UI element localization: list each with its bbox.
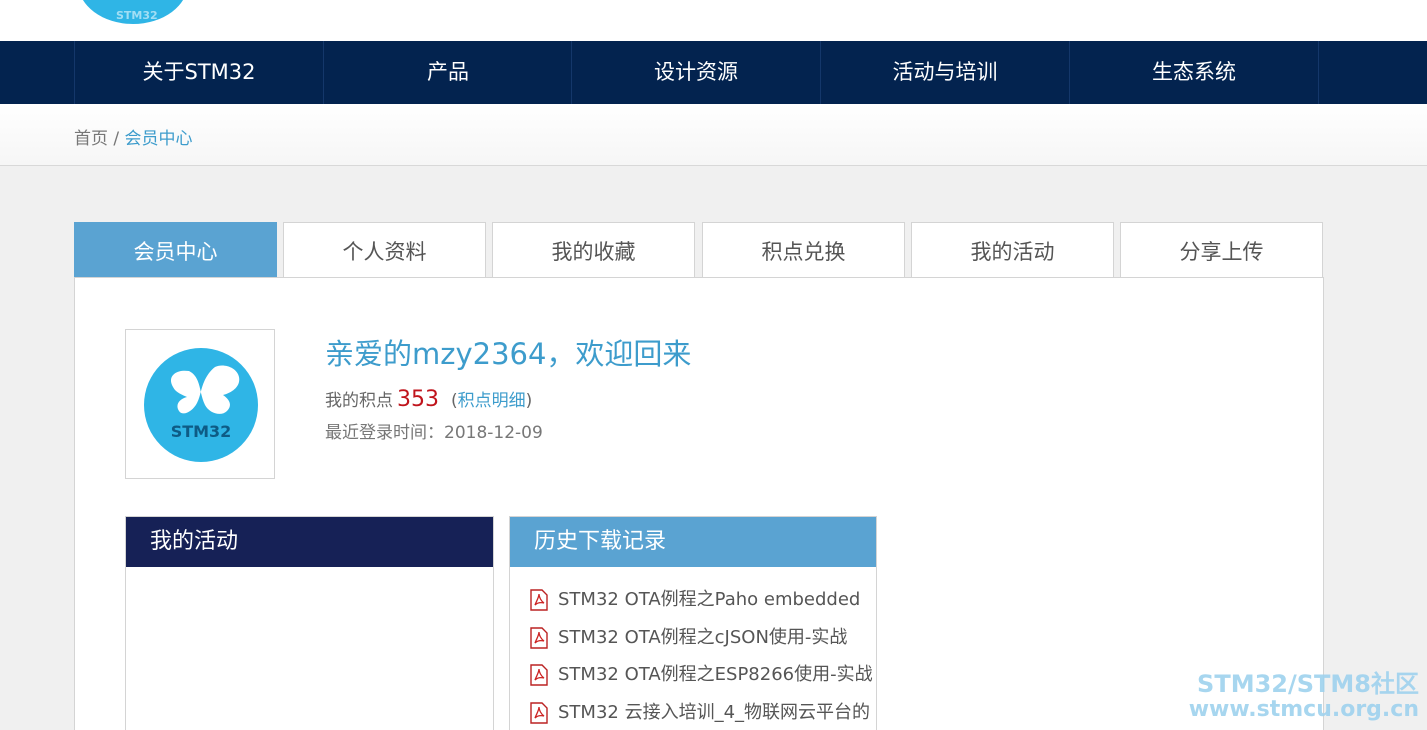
breadcrumb-bar (0, 104, 1427, 166)
my-activities-box: 我的活动 (125, 516, 494, 730)
download-item-title: STM32 OTA例程之Paho embedded (558, 589, 861, 610)
top-header: STM32 (0, 0, 1427, 41)
main-nav: 关于STM32 产品 设计资源 活动与培训 生态系统 (0, 41, 1427, 104)
download-item-title: STM32 OTA例程之cJSON使用-实战 (558, 626, 848, 648)
pdf-icon (530, 589, 548, 611)
points-value: 353 (397, 387, 439, 412)
download-item[interactable]: STM32 OTA例程之ESP8266使用-实战 (510, 660, 876, 698)
pdf-icon (530, 664, 548, 686)
download-item[interactable]: STM32 云接入培训_4_物联网云平台的 (510, 698, 876, 730)
tab-my-activities[interactable]: 我的活动 (911, 222, 1114, 278)
points-summary: 我的积点 353 (积点明细) (325, 387, 533, 412)
nav-item-design-resources[interactable]: 设计资源 (571, 41, 820, 104)
download-history-box: 历史下载记录 STM32 OTA例程之Paho embedded STM32 O… (509, 516, 877, 730)
pdf-icon (530, 626, 548, 649)
breadcrumb-home[interactable]: 首页 (74, 129, 108, 149)
tab-share-upload[interactable]: 分享上传 (1120, 222, 1323, 278)
nav-divider (1318, 41, 1319, 104)
download-list: STM32 OTA例程之Paho embedded STM32 OTA例程之cJ… (510, 567, 876, 730)
my-activities-title: 我的活动 (126, 517, 493, 567)
welcome-message: 亲爱的mzy2364，欢迎回来 (325, 337, 692, 371)
download-item-title: STM32 OTA例程之ESP8266使用-实战 (558, 664, 873, 685)
site-watermark: STM32/STM8社区 www.stmcu.org.cn (1189, 670, 1419, 722)
tab-profile[interactable]: 个人资料 (283, 222, 486, 278)
stm32-avatar-icon: STM32 (144, 348, 258, 462)
download-history-title: 历史下载记录 (510, 517, 876, 567)
last-login-value: 2018-12-09 (444, 423, 543, 443)
breadcrumb: 首页 / 会员中心 (74, 124, 193, 149)
tab-favorites[interactable]: 我的收藏 (492, 222, 695, 278)
download-item[interactable]: STM32 OTA例程之Paho embedded (510, 585, 876, 623)
nav-item-ecosystem[interactable]: 生态系统 (1069, 41, 1318, 104)
site-logo[interactable]: STM32 (78, 0, 188, 24)
breadcrumb-current[interactable]: 会员中心 (125, 129, 193, 149)
nav-item-about[interactable]: 关于STM32 (74, 41, 323, 104)
avatar[interactable]: STM32 (125, 329, 275, 479)
logo-text: STM32 (116, 9, 158, 22)
tab-member-center[interactable]: 会员中心 (74, 222, 277, 278)
points-detail-link[interactable]: 积点明细 (458, 391, 526, 411)
nav-item-events-training[interactable]: 活动与培训 (820, 41, 1069, 104)
download-item-title: STM32 云接入培训_4_物联网云平台的 (558, 701, 871, 723)
last-login: 最近登录时间：2018-12-09 (325, 418, 543, 443)
points-label: 我的积点 (325, 391, 393, 411)
last-login-label: 最近登录时间： (325, 423, 444, 443)
nav-item-products[interactable]: 产品 (323, 41, 572, 104)
tab-points-exchange[interactable]: 积点兑换 (702, 222, 905, 278)
pdf-icon (530, 701, 548, 724)
watermark-line2: www.stmcu.org.cn (1188, 697, 1419, 722)
avatar-text: STM32 (171, 422, 232, 441)
breadcrumb-separator: / (113, 129, 120, 149)
download-item[interactable]: STM32 OTA例程之cJSON使用-实战 (510, 623, 876, 661)
watermark-line1: STM32/STM8社区 (1197, 670, 1419, 698)
